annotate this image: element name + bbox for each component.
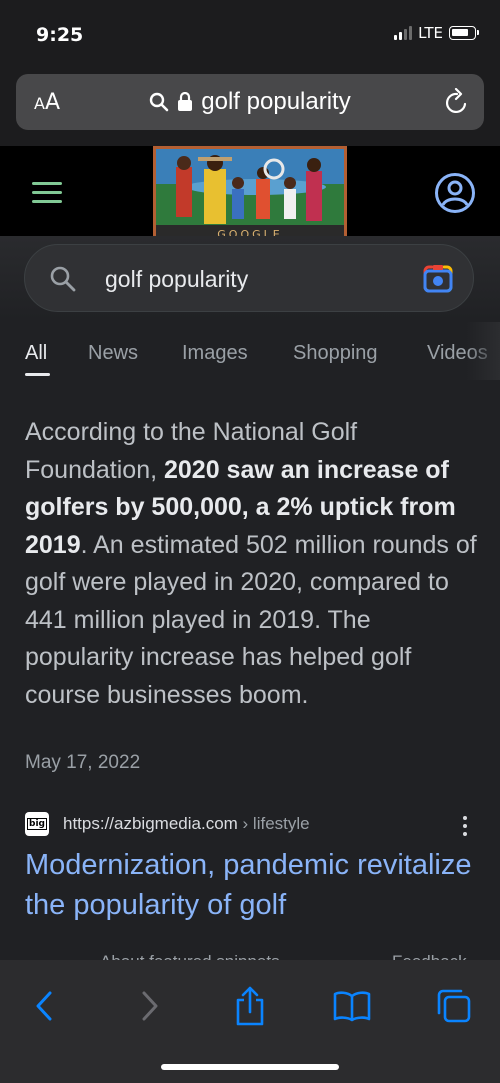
- network-type: LTE: [418, 24, 443, 42]
- search-box[interactable]: golf popularity: [24, 244, 474, 312]
- snippet-body: . An estimated 502 million rounds of gol…: [25, 530, 477, 709]
- google-lens-button[interactable]: [421, 263, 455, 300]
- menu-icon[interactable]: [32, 182, 62, 204]
- status-time: 9:25: [36, 24, 84, 46]
- tab-shopping[interactable]: Shopping: [293, 342, 378, 365]
- share-icon: [236, 986, 264, 1026]
- source-url[interactable]: https://azbigmedia.com › lifestyle: [63, 814, 310, 834]
- search-icon: [150, 92, 169, 112]
- search-input[interactable]: golf popularity: [105, 266, 248, 293]
- tabs-icon: [437, 989, 471, 1023]
- signal-icon: [394, 26, 413, 40]
- status-indicators: LTE: [394, 24, 479, 42]
- account-button[interactable]: [434, 172, 476, 219]
- reload-button[interactable]: [444, 87, 470, 121]
- more-options-icon[interactable]: [458, 816, 472, 840]
- chevron-left-icon: [36, 991, 52, 1021]
- google-doodle[interactable]: GOOGLE: [153, 146, 347, 242]
- back-button[interactable]: [22, 986, 66, 1026]
- snippet-date: May 17, 2022: [25, 752, 141, 773]
- chevron-right-icon: [142, 991, 158, 1021]
- camera-icon: [423, 265, 453, 293]
- doodle-art: [156, 149, 344, 239]
- account-icon: [435, 173, 475, 213]
- source-breadcrumb: › lifestyle: [237, 814, 310, 833]
- status-bar: 9:25 LTE: [0, 0, 500, 62]
- featured-snippet-text: According to the National Golf Foundatio…: [25, 414, 477, 714]
- source-favicon[interactable]: big: [25, 812, 49, 836]
- tabs-scroll-fade: [466, 322, 500, 380]
- bookmarks-button[interactable]: [330, 986, 374, 1026]
- tab-news[interactable]: News: [88, 342, 138, 365]
- google-header: GOOGLE: [0, 146, 500, 250]
- source-domain: https://azbigmedia.com: [63, 814, 238, 833]
- lock-icon: [178, 92, 193, 111]
- tabs-button[interactable]: [432, 986, 476, 1026]
- address-bar[interactable]: AA golf popularity: [16, 74, 484, 130]
- search-tabs: All News Images Shopping Videos: [0, 322, 500, 380]
- home-indicator: [161, 1064, 339, 1070]
- search-band: golf popularity: [0, 236, 500, 320]
- address-text: golf popularity: [201, 88, 351, 115]
- forward-button[interactable]: [128, 986, 172, 1026]
- tab-all[interactable]: All: [25, 342, 47, 365]
- share-button[interactable]: [228, 986, 272, 1026]
- result-title-link[interactable]: Modernization, pandemic revitalize the p…: [25, 845, 475, 925]
- search-box-icon: [49, 265, 77, 298]
- tab-images[interactable]: Images: [182, 342, 248, 365]
- active-tab-indicator: [25, 373, 50, 376]
- reload-icon: [445, 87, 467, 114]
- battery-icon: [449, 26, 479, 40]
- address-center[interactable]: golf popularity: [16, 88, 484, 116]
- search-icon: [50, 266, 76, 292]
- book-icon: [333, 991, 371, 1022]
- browser-chrome: AA golf popularity: [0, 62, 500, 146]
- favicon-text: big: [27, 818, 47, 830]
